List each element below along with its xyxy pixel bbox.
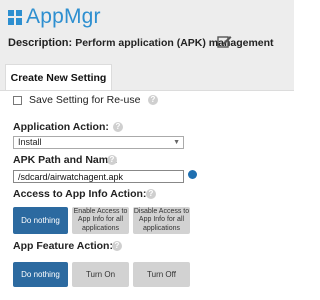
app-info-disable-button[interactable]: Disable Access to App Info for all appli… — [133, 207, 190, 234]
apk-path-label: APK Path and Name: — [13, 154, 118, 166]
application-action-label: Application Action: — [13, 121, 109, 133]
browse-icon[interactable] — [188, 170, 197, 179]
tab-create-new-setting[interactable]: Create New Setting — [5, 64, 112, 91]
help-icon[interactable]: ? — [107, 155, 117, 165]
help-icon[interactable]: ? — [113, 122, 123, 132]
help-icon[interactable]: ? — [146, 189, 156, 199]
edit-icon[interactable] — [217, 34, 232, 49]
app-feature-do-nothing-button[interactable]: Do nothing — [13, 262, 68, 287]
app-info-access-label: Access to App Info Action: — [13, 188, 147, 200]
save-setting-label: Save Setting for Re-use — [29, 94, 141, 106]
app-header: AppMgr Description: Perform application (… — [0, 0, 294, 62]
save-setting-checkbox[interactable] — [13, 96, 22, 105]
apk-path-input[interactable] — [13, 170, 184, 183]
app-title: AppMgr — [26, 5, 101, 28]
app-logo-icon — [8, 10, 22, 25]
description-row: Description: Perform application (APK) ma… — [8, 37, 274, 49]
help-icon[interactable]: ? — [148, 95, 158, 105]
triangle-down-icon: ▼ — [173, 139, 180, 146]
help-icon[interactable]: ? — [112, 241, 122, 251]
application-action-select[interactable]: Install ▼ — [13, 136, 184, 149]
description-text: Perform application (APK) management — [75, 37, 274, 49]
description-label: Description: — [8, 37, 73, 49]
app-info-enable-button[interactable]: Enable Access to App Info for all applic… — [72, 207, 129, 234]
app-feature-turn-on-button[interactable]: Turn On — [72, 262, 129, 287]
app-feature-turn-off-button[interactable]: Turn Off — [133, 262, 190, 287]
tab-bar: Create New Setting — [0, 62, 294, 91]
app-feature-label: App Feature Action: — [13, 240, 113, 252]
application-action-value: Install — [18, 137, 42, 147]
app-info-do-nothing-button[interactable]: Do nothing — [13, 207, 68, 234]
